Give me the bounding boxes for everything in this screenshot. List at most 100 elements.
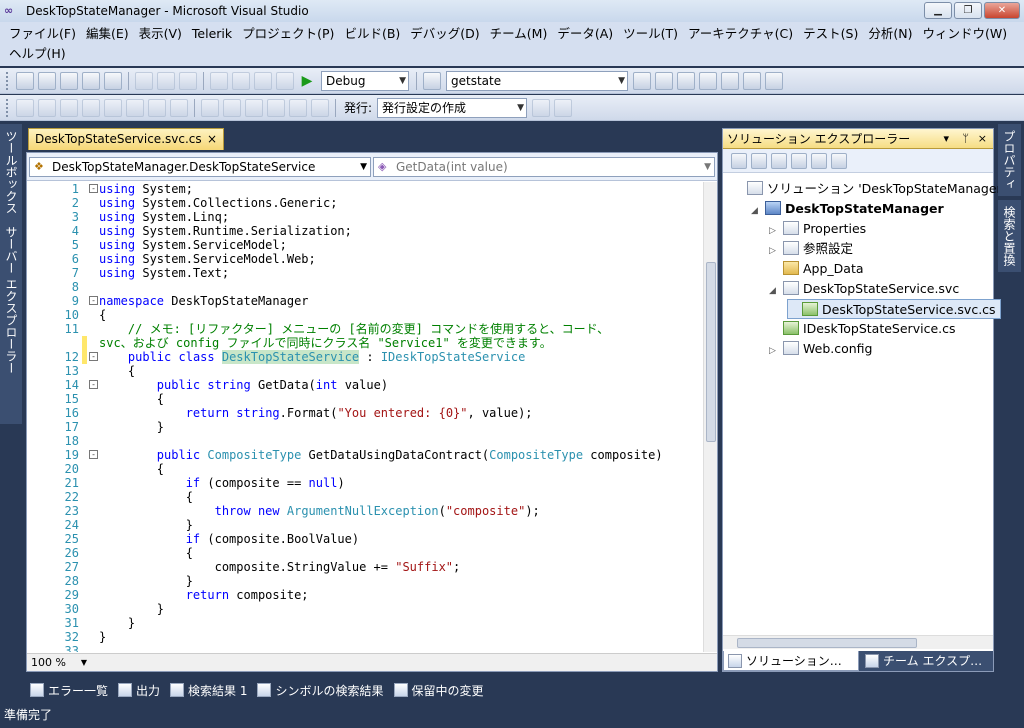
menu-file[interactable]: ファイル(F): [4, 24, 81, 44]
menu-window[interactable]: ウィンドウ(W): [917, 24, 1012, 44]
horizontal-scrollbar[interactable]: [723, 635, 993, 649]
copy-icon[interactable]: [157, 71, 175, 90]
view-code-icon[interactable]: [791, 152, 807, 169]
view-class-diagram-icon[interactable]: [811, 152, 827, 169]
add-item-icon[interactable]: [38, 71, 56, 90]
web-config-icon[interactable]: [831, 152, 847, 169]
menu-telerik[interactable]: Telerik: [187, 24, 237, 44]
pin-icon[interactable]: ᛘ: [962, 129, 969, 149]
expander-icon[interactable]: ◢: [769, 281, 783, 301]
expander-icon[interactable]: ▷: [769, 241, 783, 261]
type-dropdown[interactable]: ❖ DeskTopStateManager.DeskTopStateServic…: [29, 157, 371, 177]
zoom-combo[interactable]: 100 % ▼: [31, 656, 89, 670]
code-area[interactable]: 1- using System; 2 using System.Collections…: [27, 182, 703, 652]
extension-manager-icon[interactable]: [721, 71, 739, 90]
collapse-toggle-icon[interactable]: -: [89, 184, 98, 193]
member-list-icon[interactable]: [16, 98, 34, 117]
code-line[interactable]: 33: [27, 644, 703, 652]
code-line[interactable]: 20 {: [27, 462, 703, 476]
server-explorer-tab[interactable]: サーバー エクスプローラー: [0, 220, 23, 380]
previous-bookmark-icon[interactable]: [223, 98, 241, 117]
code-line[interactable]: 25 if (composite.BoolValue): [27, 532, 703, 546]
scroll-thumb[interactable]: [737, 638, 917, 648]
code-line[interactable]: 17 }: [27, 420, 703, 434]
close-tab-icon[interactable]: ×: [207, 132, 217, 146]
menu-analyze[interactable]: 分析(N): [863, 24, 917, 44]
member-dropdown[interactable]: ◈ GetData(int value) ▼: [373, 157, 715, 177]
menu-tools[interactable]: ツール(T): [618, 24, 683, 44]
expander-icon[interactable]: ▷: [769, 341, 783, 361]
tree-node[interactable]: ▷ Web.config: [769, 339, 872, 359]
open-file-icon[interactable]: [60, 71, 78, 90]
tab-pending-changes[interactable]: 保留中の変更: [390, 680, 490, 701]
code-line[interactable]: 9 - namespace DeskTopStateManager: [27, 294, 703, 308]
previous-bookmark-folder-icon[interactable]: [267, 98, 285, 117]
expander-icon[interactable]: ◢: [751, 201, 765, 221]
solution-config-combo[interactable]: Debug ▼: [321, 70, 409, 91]
code-line[interactable]: 10 {: [27, 308, 703, 322]
redo-icon[interactable]: [232, 71, 250, 90]
code-line[interactable]: 29 return composite;: [27, 588, 703, 602]
code-line[interactable]: 15 {: [27, 392, 703, 406]
menu-debug[interactable]: デバッグ(D): [405, 24, 484, 44]
toolbar-grip[interactable]: [6, 98, 10, 117]
menu-architecture[interactable]: アーキテクチャ(C): [683, 24, 798, 44]
bookmark-icon[interactable]: [201, 98, 219, 117]
clear-bookmarks-icon[interactable]: [311, 98, 329, 117]
publish-web-icon[interactable]: [532, 98, 551, 117]
code-line[interactable]: 24 }: [27, 518, 703, 532]
toolbox-icon[interactable]: [699, 71, 717, 90]
collapse-toggle-icon[interactable]: -: [89, 450, 98, 459]
tree-node[interactable]: ◢ DeskTopStateService.svc: [769, 279, 959, 299]
parameter-info-icon[interactable]: [38, 98, 56, 117]
tree-node[interactable]: ◢ DeskTopStateManager: [751, 199, 944, 219]
properties-icon[interactable]: [731, 152, 747, 169]
scroll-thumb[interactable]: [706, 262, 716, 442]
quick-info-icon[interactable]: [60, 98, 78, 117]
new-project-icon[interactable]: [16, 71, 34, 90]
expander-icon[interactable]: ▷: [769, 221, 783, 241]
horizontal-scrollbar[interactable]: [93, 657, 703, 669]
tab-error-list[interactable]: エラー一覧: [26, 680, 114, 701]
tab-find-results[interactable]: 検索結果 1: [166, 680, 253, 701]
code-line[interactable]: 3 using System.Linq;: [27, 210, 703, 224]
vertical-scrollbar[interactable]: [703, 182, 717, 652]
code-line[interactable]: 1 - using System;: [27, 182, 703, 196]
tree-node[interactable]: App_Data: [769, 259, 864, 279]
solution-explorer-icon[interactable]: [633, 71, 651, 90]
code-line[interactable]: 14 - public string GetData(int value): [27, 378, 703, 392]
paste-icon[interactable]: [179, 71, 197, 90]
code-line[interactable]: 16 return string.Format("You entered: {0…: [27, 406, 703, 420]
command-window-icon[interactable]: [765, 71, 783, 90]
outdent-icon[interactable]: [104, 98, 122, 117]
menu-team[interactable]: チーム(M): [485, 24, 553, 44]
menu-project[interactable]: プロジェクト(P): [237, 24, 339, 44]
code-line[interactable]: 12 - public class DeskTopStateService : I…: [27, 350, 703, 364]
code-line[interactable]: 28 }: [27, 574, 703, 588]
code-line[interactable]: 18: [27, 434, 703, 448]
find-replace-tab[interactable]: 検索と置換: [998, 200, 1021, 272]
close-icon[interactable]: ×: [978, 129, 987, 149]
menu-data[interactable]: データ(A): [552, 24, 618, 44]
code-line[interactable]: 4 using System.Runtime.Serialization;: [27, 224, 703, 238]
code-line[interactable]: 27 composite.StringValue += "Suffix";: [27, 560, 703, 574]
close-button[interactable]: ✕: [984, 2, 1020, 19]
properties-window-icon[interactable]: [655, 71, 673, 90]
code-line[interactable]: 26 {: [27, 546, 703, 560]
code-line[interactable]: 22 {: [27, 490, 703, 504]
properties-tab[interactable]: プロパティ: [998, 124, 1021, 196]
start-debugging-icon[interactable]: ▶: [298, 72, 316, 90]
tree-node[interactable]: ▷ 参照設定: [769, 239, 853, 259]
collapse-toggle-icon[interactable]: -: [89, 380, 98, 389]
code-line[interactable]: 23 throw new ArgumentNullException("comp…: [27, 504, 703, 518]
minimize-button[interactable]: ▁: [924, 2, 952, 19]
code-line[interactable]: 30 }: [27, 602, 703, 616]
next-bookmark-icon[interactable]: [245, 98, 263, 117]
tree-node[interactable]: ▷ Properties: [769, 219, 866, 239]
tree-node[interactable]: DeskTopStateService.svc.cs: [787, 299, 1001, 319]
publish-combo[interactable]: 発行設定の作成 ▼: [377, 97, 528, 118]
menu-view[interactable]: 表示(V): [134, 24, 187, 44]
navigate-forward-icon[interactable]: [276, 71, 294, 90]
toolbox-tab[interactable]: ツールボックス: [0, 124, 23, 220]
code-line[interactable]: 31 }: [27, 616, 703, 630]
